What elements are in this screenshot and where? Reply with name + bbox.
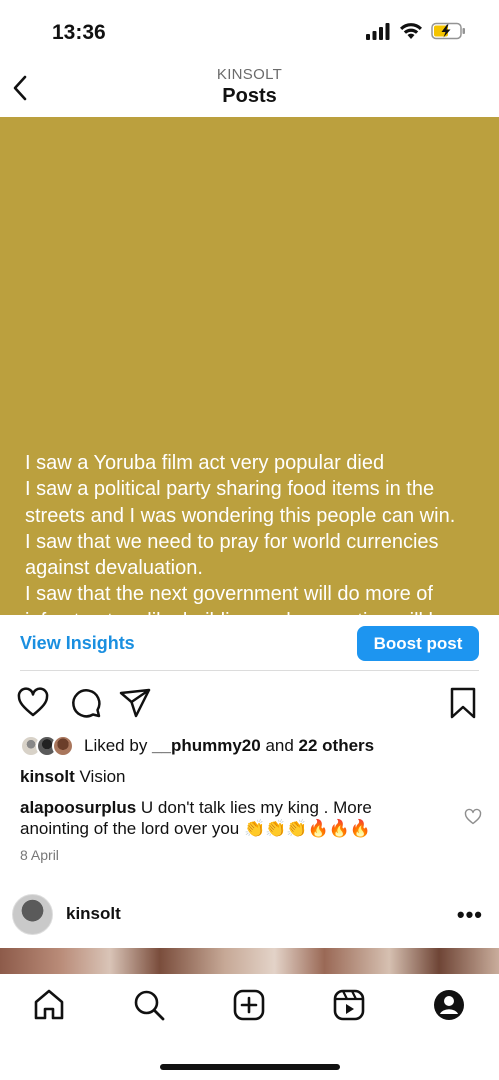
divider — [20, 670, 479, 671]
status-bar: 13:36 — [0, 0, 499, 62]
post-text-card[interactable]: I saw a Yoruba film act very popular die… — [0, 117, 499, 658]
likes-prefix: Liked by — [84, 736, 153, 755]
post-date: 8 April — [20, 847, 59, 863]
insights-row: View Insights Boost post — [0, 615, 499, 671]
battery-charging-icon — [431, 22, 465, 40]
comment-username[interactable]: alapoosurplus — [20, 798, 136, 817]
bookmark-icon[interactable] — [446, 686, 480, 720]
next-post-header: kinsolt ••• — [0, 892, 499, 936]
likes-summary[interactable]: Liked by __phummy20 and 22 others — [20, 734, 374, 758]
post-actions — [0, 684, 499, 720]
next-post-username[interactable]: kinsolt — [66, 904, 121, 924]
post-caption: kinsolt Vision — [20, 767, 126, 787]
view-insights-link[interactable]: View Insights — [20, 633, 135, 654]
comment-icon[interactable] — [69, 686, 103, 720]
avatar — [52, 735, 74, 757]
next-post-image[interactable] — [0, 948, 499, 974]
header-username: KINSOLT — [216, 66, 283, 83]
reels-icon[interactable] — [332, 988, 366, 1022]
caption-username[interactable]: kinsolt — [20, 767, 75, 786]
create-icon[interactable] — [232, 988, 266, 1022]
likes-others[interactable]: 22 others — [299, 736, 375, 755]
boost-post-button[interactable]: Boost post — [357, 626, 479, 661]
page-header: KINSOLT Posts — [0, 62, 499, 116]
wifi-icon — [400, 23, 422, 39]
home-indicator — [160, 1064, 340, 1070]
profile-icon[interactable] — [432, 988, 466, 1022]
cellular-signal-icon — [366, 23, 390, 40]
home-icon[interactable] — [32, 988, 66, 1022]
avatar[interactable] — [12, 894, 53, 935]
heart-icon[interactable] — [16, 686, 50, 720]
search-icon[interactable] — [132, 988, 166, 1022]
status-time: 13:36 — [52, 21, 106, 44]
more-icon[interactable]: ••• — [457, 902, 483, 928]
liker-avatars — [20, 735, 78, 757]
comment: alapoosurplus U don't talk lies my king … — [20, 797, 440, 839]
send-icon[interactable] — [118, 686, 152, 720]
caption-text: Vision — [74, 767, 126, 786]
status-icons — [365, 22, 467, 40]
liker-username[interactable]: __phummy20 — [152, 736, 261, 755]
comment-like-icon[interactable] — [464, 808, 482, 826]
likes-middle: and — [260, 736, 299, 755]
likes-text: Liked by __phummy20 and 22 others — [84, 736, 374, 756]
page-title: Posts — [222, 85, 277, 107]
